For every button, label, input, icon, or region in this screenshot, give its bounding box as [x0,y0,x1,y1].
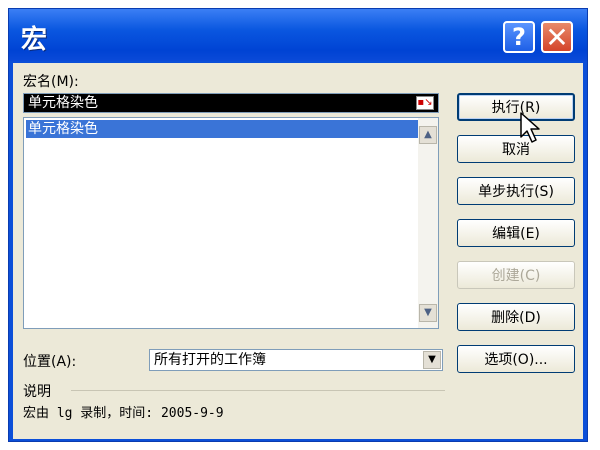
close-button[interactable]: ✕ [541,20,573,54]
step-into-button[interactable]: 单步执行(S) [457,177,575,205]
title-bar[interactable]: 宏 ? ✕ [9,9,587,61]
list-item[interactable]: 单元格染色 [26,120,418,138]
dialog-body: 宏名(M): 单元格染色 ▪↘ 单元格染色 ▲ ▼ 执行(R) 取消 单步执行(… [13,63,583,439]
scroll-down-icon[interactable]: ▼ [419,304,437,322]
macro-name-value: 单元格染色 [28,95,98,111]
close-icon: ✕ [545,20,569,54]
mouse-pointer-icon [520,112,540,143]
delete-button[interactable]: 删除(D) [457,303,575,331]
run-button[interactable]: 执行(R) [457,93,575,121]
description-text: 宏由 lg 录制，时间: 2005-9-9 [23,406,224,421]
collapse-dialog-icon[interactable]: ▪↘ [416,96,434,110]
create-button: 创建(C) [457,261,575,289]
question-icon: ? [512,23,526,51]
help-button[interactable]: ? [503,21,535,53]
cancel-button[interactable]: 取消 [457,135,575,163]
macro-name-label: 宏名(M): [23,74,79,90]
dialog-title: 宏 [21,25,48,55]
location-select[interactable]: 所有打开的工作簿 ▼ [149,349,443,371]
location-label: 位置(A): [23,354,77,370]
description-label: 说明 [23,384,51,400]
scroll-up-icon[interactable]: ▲ [419,126,437,144]
options-button[interactable]: 选项(O)... [457,345,575,373]
macro-name-input[interactable]: 单元格染色 ▪↘ [23,93,439,113]
edit-button[interactable]: 编辑(E) [457,219,575,247]
macro-list[interactable]: 单元格染色 ▲ ▼ [23,117,439,329]
chevron-down-icon[interactable]: ▼ [423,351,441,369]
description-divider [71,390,445,391]
macro-dialog: 宏 ? ✕ 宏名(M): 单元格染色 ▪↘ 单元格染色 ▲ ▼ 执行(R) 取消… [8,8,588,442]
location-value: 所有打开的工作簿 [154,352,266,368]
list-scrollbar[interactable]: ▲ ▼ [418,118,438,328]
